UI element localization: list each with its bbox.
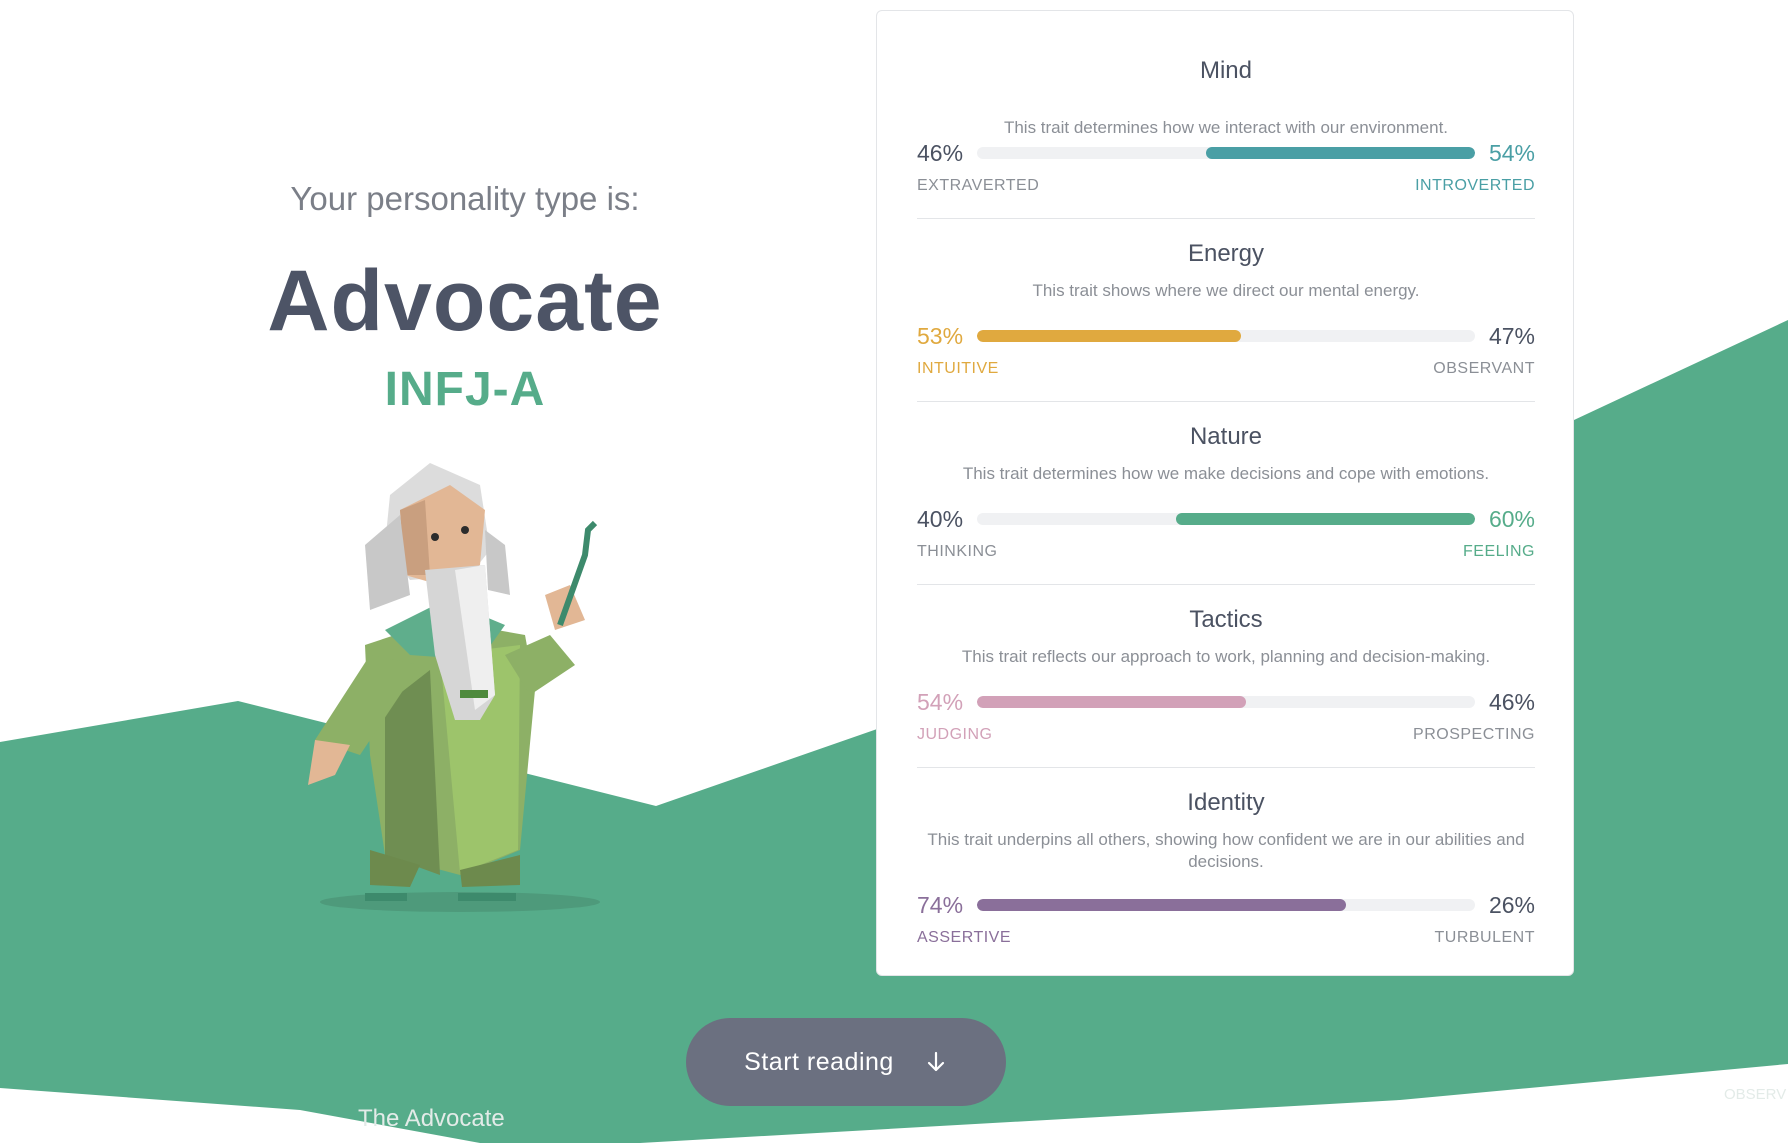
arrow-down-icon: [927, 1051, 944, 1072]
trait-bar: [977, 696, 1475, 708]
trait-description: This trait determines how we make decisi…: [962, 464, 1490, 483]
trait-left-label: EXTRAVERTED: [917, 177, 1040, 194]
trait-divider: [917, 218, 1535, 219]
trait-right-label: PROSPECTING: [1413, 726, 1535, 743]
trait-bar: [977, 899, 1475, 911]
trait-right-label: OBSERVANT: [1433, 360, 1535, 377]
trait-bar: [977, 147, 1475, 159]
trait-divider: [917, 767, 1535, 768]
trait-title: Identity: [1187, 789, 1265, 816]
trait-title: Nature: [1189, 423, 1263, 450]
trait-right-percent: 60%: [1488, 506, 1535, 532]
trait-divider: [917, 584, 1535, 585]
trait-card: Mind This trait determines how we intera…: [876, 10, 1574, 976]
trait-left-percent: 54%: [917, 689, 964, 715]
trait-title: Tactics: [1189, 606, 1263, 633]
trait-left-label: ASSERTIVE: [917, 929, 1012, 946]
start-reading-button[interactable]: Start reading: [686, 1018, 1006, 1106]
trait-right-label: TURBULENT: [1434, 929, 1535, 946]
trait-left-percent: 40%: [917, 506, 964, 532]
advocate-wizard-illustration: [308, 463, 600, 912]
ghost-text: The Advocate: [358, 1105, 505, 1132]
trait-left-percent: 46%: [917, 140, 964, 166]
trait-bar-fill: [977, 899, 1346, 911]
ghost-text: OBSERV: [1724, 1086, 1787, 1103]
trait-left-percent: 74%: [917, 892, 964, 918]
trait-divider: [917, 401, 1535, 402]
trait-right-label: INTROVERTED: [1415, 177, 1535, 194]
trait-right-percent: 54%: [1488, 140, 1535, 166]
start-reading-label: Start reading: [744, 1047, 894, 1076]
personality-type-code: INFJ-A: [384, 363, 546, 416]
trait-description: This trait shows where we direct our men…: [1032, 281, 1420, 300]
trait-left-label: JUDGING: [917, 726, 993, 743]
intro-label: Your personality type is:: [290, 180, 640, 217]
trait-left-percent: 53%: [917, 323, 964, 349]
trait-right-percent: 47%: [1488, 323, 1535, 349]
trait-right-percent: 46%: [1488, 689, 1535, 715]
trait-bar: [977, 330, 1475, 342]
trait-left-label: THINKING: [917, 543, 998, 560]
trait-right-label: FEELING: [1463, 543, 1535, 560]
trait-title: Mind: [1199, 57, 1253, 84]
trait-bar-fill: [977, 696, 1246, 708]
trait-title: Energy: [1187, 240, 1265, 267]
trait-right-percent: 26%: [1488, 892, 1535, 918]
trait-left-label: INTUITIVE: [917, 360, 999, 377]
trait-bar-fill: [1206, 147, 1475, 159]
trait-bar-fill: [977, 330, 1241, 342]
trait-description: This trait reflects our approach to work…: [961, 647, 1491, 666]
trait-description: This trait underpins all others, showing…: [927, 830, 1525, 871]
trait-bar: [977, 513, 1475, 525]
trait-description: This trait determines how we interact wi…: [1003, 118, 1449, 137]
personality-type-name: Advocate: [267, 253, 663, 349]
trait-bar-fill: [1176, 513, 1475, 525]
